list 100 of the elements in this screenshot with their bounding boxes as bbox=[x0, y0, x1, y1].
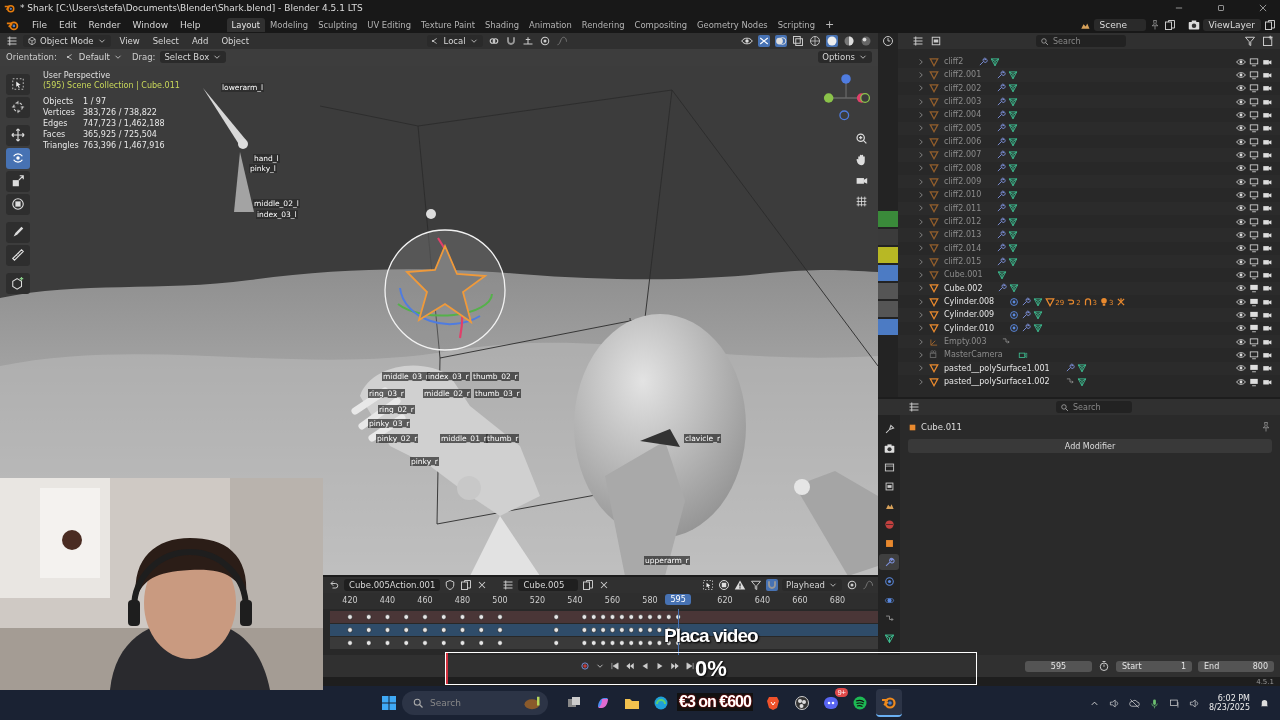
outliner-item[interactable]: pasted__polySurface1.002 bbox=[944, 377, 1050, 387]
scene-field[interactable]: Scene bbox=[1093, 18, 1146, 31]
outliner-item[interactable]: Cylinder.009 bbox=[944, 310, 995, 320]
frame-number: 500 bbox=[491, 596, 509, 606]
stat-value: 365,925 / 725,504 bbox=[83, 129, 158, 139]
outliner-item[interactable]: cliff2.001 bbox=[944, 70, 982, 80]
outliner-item[interactable]: cliff2.010 bbox=[944, 190, 982, 200]
menu-item[interactable]: Window bbox=[126, 19, 175, 30]
pivot-dropdown[interactable]: Local bbox=[426, 34, 483, 47]
workspace-tab[interactable]: Scripting bbox=[772, 17, 820, 32]
outliner-item[interactable]: Cylinder.010 bbox=[944, 323, 995, 333]
frame-number: 420 bbox=[341, 596, 359, 606]
workspace-tab[interactable]: Geometry Nodes bbox=[692, 17, 773, 32]
outliner-item[interactable]: cliff2.011 bbox=[944, 203, 982, 213]
workspace-tab[interactable]: Shading bbox=[480, 17, 525, 32]
stat-value: 747,723 / 1,462,188 bbox=[83, 118, 166, 128]
frame-number: 440 bbox=[378, 596, 397, 606]
outliner-item[interactable]: cliff2.013 bbox=[944, 230, 982, 240]
add-workspace-button[interactable]: + bbox=[819, 18, 840, 31]
workspace-tab[interactable]: Animation bbox=[524, 17, 577, 32]
slot-field[interactable]: Cube.005 bbox=[518, 579, 579, 592]
mode-dropdown[interactable]: Object Mode bbox=[23, 34, 111, 47]
workspace-tab[interactable]: Rendering bbox=[576, 17, 630, 32]
outliner-item[interactable]: cliff2.006 bbox=[944, 137, 982, 147]
workspace-tab[interactable]: Modeling bbox=[265, 17, 314, 32]
frame-number: 620 bbox=[716, 596, 734, 606]
outliner-item[interactable]: Cube.001 bbox=[944, 270, 983, 280]
progress-text: 0% bbox=[695, 655, 727, 682]
search-input[interactable]: Search bbox=[430, 698, 516, 708]
stat-value: 763,396 / 1,467,916 bbox=[83, 140, 166, 150]
outliner-item[interactable]: Empty.003 bbox=[944, 337, 987, 347]
view-layer-field[interactable]: ViewLayer bbox=[1202, 18, 1261, 31]
frame-number: 580 bbox=[641, 596, 659, 606]
menu-item[interactable]: File bbox=[26, 19, 54, 30]
outliner-item[interactable]: cliff2.002 bbox=[944, 83, 982, 93]
outliner-item[interactable]: cliff2.014 bbox=[944, 243, 982, 253]
menu-item[interactable]: Object bbox=[217, 35, 254, 46]
stat-label: Triangles bbox=[43, 140, 80, 150]
options-dropdown[interactable]: Options bbox=[818, 51, 872, 64]
menu-item[interactable]: Add bbox=[187, 35, 213, 46]
outliner-item[interactable]: cliff2.015 bbox=[944, 257, 982, 267]
current-frame-field[interactable]: 595 bbox=[1025, 660, 1092, 672]
outliner-item[interactable]: cliff2 bbox=[944, 57, 964, 67]
outliner-item[interactable]: cliff2.007 bbox=[944, 150, 982, 160]
goal-text: €3 on €600 bbox=[677, 693, 753, 711]
object-name: Cube.011 bbox=[921, 422, 962, 432]
stat-value: 1 / 97 bbox=[83, 96, 108, 106]
search-field[interactable]: Search bbox=[402, 691, 548, 715]
workspace-tab[interactable]: Sculpting bbox=[313, 17, 363, 32]
action-field[interactable]: Cube.005Action.001 bbox=[344, 579, 441, 592]
menu-item[interactable]: Help bbox=[174, 19, 207, 30]
workspace-tab[interactable]: Compositing bbox=[629, 17, 693, 32]
search-field[interactable]: Search bbox=[1036, 35, 1126, 47]
outliner-item[interactable]: pasted__polySurface1.001 bbox=[944, 363, 1050, 373]
frame-number: 480 bbox=[453, 596, 472, 606]
context-label: (595) Scene Collection | Cube.011 bbox=[43, 80, 180, 90]
clock-time[interactable]: 6:02 PM bbox=[1217, 694, 1250, 703]
menu-item[interactable]: View bbox=[115, 35, 144, 46]
frame-number: 540 bbox=[566, 596, 584, 606]
workspace-tab[interactable]: Texture Paint bbox=[416, 17, 481, 32]
view-name: User Perspective bbox=[43, 70, 112, 80]
overlay-caption: Placa video bbox=[664, 625, 758, 647]
stat-label: Edges bbox=[43, 118, 69, 128]
workspace-tab[interactable]: UV Editing bbox=[362, 17, 416, 32]
frame-number: 660 bbox=[791, 596, 809, 606]
frame-number: 640 bbox=[753, 596, 772, 606]
start-frame-field[interactable]: Start 1 bbox=[1116, 660, 1192, 672]
frame-number: 520 bbox=[528, 596, 547, 606]
menu-item[interactable]: Select bbox=[148, 35, 183, 46]
outliner-item[interactable]: MasterCamera bbox=[944, 350, 1003, 360]
outliner-item[interactable]: Cylinder.008 bbox=[944, 297, 995, 307]
stat-label: Objects bbox=[43, 96, 75, 106]
outliner-item[interactable]: cliff2.012 bbox=[944, 217, 982, 227]
outliner-item[interactable]: Cube.002 bbox=[944, 283, 983, 293]
frame-number: 680 bbox=[828, 596, 847, 606]
drag-label: Drag: bbox=[131, 52, 156, 63]
search-field[interactable]: Search bbox=[1056, 401, 1132, 413]
end-frame-field[interactable]: End 800 bbox=[1198, 660, 1274, 672]
stat-label: Faces bbox=[43, 129, 67, 139]
outliner-item[interactable]: cliff2.003 bbox=[944, 97, 982, 107]
menu-item[interactable]: Edit bbox=[53, 19, 83, 30]
workspace-tab[interactable]: Layout bbox=[226, 17, 266, 32]
outliner-item[interactable]: cliff2.004 bbox=[944, 110, 982, 120]
outliner-item[interactable]: cliff2.005 bbox=[944, 123, 982, 133]
snap-dropdown[interactable]: Playhead bbox=[782, 579, 842, 592]
clock-date[interactable]: 8/23/2025 bbox=[1208, 703, 1250, 712]
orientation-dropdown[interactable]: Default bbox=[61, 51, 127, 64]
menu-item[interactable]: Render bbox=[82, 19, 127, 30]
current-frame-marker[interactable]: 595 bbox=[665, 594, 692, 606]
drag-dropdown[interactable]: Select Box bbox=[160, 51, 227, 64]
stat-value: 383,726 / 738,822 bbox=[83, 107, 158, 117]
search-input[interactable]: Search bbox=[1053, 36, 1122, 46]
search-input[interactable]: Search bbox=[1073, 402, 1128, 412]
orientation-label: Orientation: bbox=[6, 52, 57, 63]
outliner-item[interactable]: cliff2.009 bbox=[944, 177, 982, 187]
outliner-item[interactable]: cliff2.008 bbox=[944, 163, 982, 173]
add-modifier-button[interactable]: Add Modifier bbox=[908, 439, 1272, 453]
window-title: * Shark [C:\Users\stefa\Documents\Blender\Shark.blend] - Blender 4.5.1 LTS bbox=[20, 3, 363, 13]
stat-label: Vertices bbox=[43, 107, 76, 117]
frame-number: 560 bbox=[603, 596, 622, 606]
